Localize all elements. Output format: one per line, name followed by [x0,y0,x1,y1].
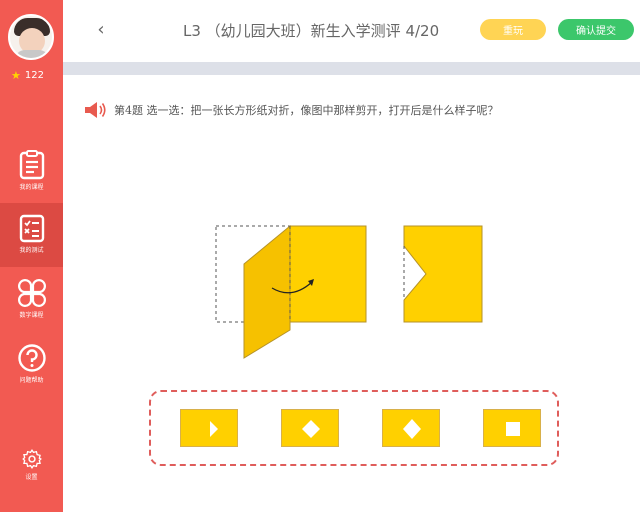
page-title: L3 （幼儿园大班）新生入学测评 4/20 [183,22,440,40]
speaker-icon[interactable] [84,101,108,119]
sidebar-item-label: 设置 [25,474,38,481]
option-a[interactable] [180,409,238,447]
sidebar-item-label: 问题帮助 [19,377,44,384]
gear-icon [21,449,42,469]
header: ‹ L3 （幼儿园大班）新生入学测评 4/20 重玩 确认提交 [63,0,640,62]
question-circle-icon [17,344,46,372]
clover-icon [17,279,46,307]
diamond-cutout-icon [302,420,320,438]
back-button[interactable]: ‹ [91,18,111,42]
avatar[interactable] [8,14,54,60]
sidebar-item-label: 我的课程 [19,184,44,191]
chevron-left-icon: ‹ [97,19,105,40]
question-row: 第4题 选一选：把一张长方形纸对折，像图中那样剪开，打开后是什么样子呢？ [84,100,624,120]
option-c[interactable] [382,409,440,447]
square-cutout-icon [506,422,520,436]
diamond-cutout-icon [403,419,421,439]
sidebar-item-my-courses[interactable]: 我的课程 [0,140,63,204]
star-count-value: 122 [24,69,44,81]
option-d[interactable] [483,409,541,447]
sidebar-item-label: 数字课程 [19,312,44,319]
folded-paper [289,225,367,323]
triangle-cutout-icon [210,421,218,437]
sidebar-item-settings[interactable]: 设置 [0,442,63,506]
cut-paper [403,225,483,323]
replay-button[interactable]: 重玩 [480,19,546,40]
question-text: 第4题 选一选：把一张长方形纸对折，像图中那样剪开，打开后是什么样子呢？ [114,104,499,117]
star-count: ★ 122 [11,69,44,81]
answer-options [149,390,559,466]
sidebar: ★ 122 我的课程 我的测试 数字课程 问题帮助 设置 [0,0,63,512]
star-icon: ★ [11,68,21,82]
option-b[interactable] [281,409,339,447]
fold-cut-illustration [215,224,483,359]
sidebar-item-label: 我的测试 [19,247,44,254]
checklist-icon [19,214,44,243]
sidebar-item-my-tests[interactable]: 我的测试 [0,203,63,267]
submit-button[interactable]: 确认提交 [558,19,634,40]
sidebar-item-help[interactable]: 问题帮助 [0,333,63,397]
sidebar-item-digital-courses[interactable]: 数字课程 [0,268,63,332]
header-divider [63,62,640,75]
clipboard-list-icon [19,150,44,180]
